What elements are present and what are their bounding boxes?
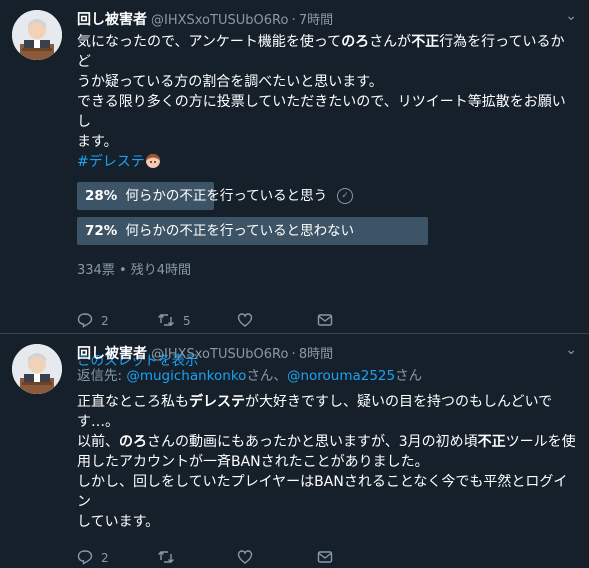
tweet[interactable]: ⌄ 回し被害者 @IHXSxoTUSUbO6Ro · 7時間 気になったので、アンケー…: [0, 0, 589, 369]
display-name[interactable]: 回し被害者: [77, 12, 147, 28]
tweet-line: す…。: [77, 414, 119, 430]
retweet-count: 5: [183, 314, 191, 328]
timestamp[interactable]: 7時間: [299, 13, 333, 28]
tweet-text: 正直なところ私もデレステが大好きですし、疑いの目を持つのもしんどいで す…。 以…: [77, 392, 577, 532]
timestamp[interactable]: 8時間: [299, 347, 333, 362]
poll-meta: 334票 • 残り4時間: [77, 263, 192, 278]
tweet-line: 以前、のろさんの動画にもあったかと思いますが、3月の初め頃不正ツールを使: [77, 434, 576, 450]
tweet-line: しかし、回しをしていたプレイヤーはBANされることなく今でも平然とログイン: [77, 474, 568, 510]
like-button[interactable]: [237, 549, 317, 568]
retweet-icon: [157, 312, 175, 331]
message-button[interactable]: [317, 312, 397, 331]
tweet-header: 回し被害者 @IHXSxoTUSUbO6Ro · 7時間: [77, 12, 334, 28]
tweet-actions: 2: [77, 548, 577, 568]
envelope-icon: [317, 312, 333, 331]
user-handle[interactable]: @IHXSxoTUSUbO6Ro: [151, 13, 288, 28]
tweet-line: うか疑っている方の割合を調べたいと思います。: [77, 74, 383, 90]
message-button[interactable]: [317, 549, 397, 568]
tweet-line: できる限り多くの方に投票していただきたいので、リツイート等拡散をお願いし: [77, 94, 566, 130]
poll-option-label: 何らかの不正を行っていると思わない: [125, 223, 355, 239]
poll-percent: 72%: [85, 223, 118, 239]
hashtag-line: #デレステ: [77, 152, 577, 172]
avatar[interactable]: [12, 344, 62, 394]
poll-option-label: 何らかの不正を行っていると思う: [125, 188, 328, 204]
poll: 28% 何らかの不正を行っていると思う ✓ 72% 何らかの不正を行っていると思わない…: [77, 182, 517, 278]
envelope-icon: [317, 549, 333, 568]
tweet-line: 用したアカウントが一斉BANされたことがありました。: [77, 454, 429, 470]
heart-icon: [237, 312, 253, 331]
reply-icon: [77, 549, 93, 568]
poll-percent: 28%: [85, 188, 118, 204]
tweet-text: 気になったので、アンケート機能を使ってのろさんが不正行為を行っているかど うか疑…: [77, 32, 577, 172]
poll-option[interactable]: 28% 何らかの不正を行っていると思う ✓: [77, 182, 517, 210]
hashflag-icon: [145, 154, 161, 170]
reply-button[interactable]: 2: [77, 549, 157, 568]
tweet[interactable]: ⌄ 回し被害者 @IHXSxoTUSUbO6Ro · 8時間 返信先: @mugich…: [0, 334, 589, 565]
like-button[interactable]: [237, 312, 317, 331]
replying-to: 返信先: @mugichankonkoさん、@norouma2525さん: [77, 368, 423, 384]
tweet-actions: 2 5: [77, 311, 577, 331]
chevron-down-icon[interactable]: ⌄: [565, 342, 577, 358]
tweet-line: しています。: [77, 514, 160, 530]
user-handle[interactable]: @IHXSxoTUSUbO6Ro: [151, 347, 288, 362]
hashtag-link[interactable]: #デレステ: [77, 154, 145, 170]
tweet-line: ます。: [77, 134, 118, 150]
chevron-down-icon[interactable]: ⌄: [565, 8, 577, 24]
avatar[interactable]: [12, 10, 62, 60]
reply-count: 2: [101, 314, 109, 328]
display-name[interactable]: 回し被害者: [77, 346, 147, 362]
reply-count: 2: [101, 551, 109, 565]
reply-button[interactable]: 2: [77, 312, 157, 331]
retweet-icon: [157, 549, 175, 568]
heart-icon: [237, 549, 253, 568]
mention-link[interactable]: @norouma2525: [287, 368, 395, 384]
reply-icon: [77, 312, 93, 331]
tweet-line: 正直なところ私もデレステが大好きですし、疑いの目を持つのもしんどいで: [77, 394, 553, 410]
tweet-header: 回し被害者 @IHXSxoTUSUbO6Ro · 8時間: [77, 346, 334, 362]
poll-option[interactable]: 72% 何らかの不正を行っていると思わない: [77, 217, 517, 245]
retweet-button[interactable]: [157, 549, 237, 568]
mention-link[interactable]: @mugichankonko: [126, 368, 246, 384]
check-circle-icon: ✓: [337, 188, 354, 204]
tweet-line: 気になったので、アンケート機能を使ってのろさんが不正行為を行っているかど: [77, 34, 565, 70]
retweet-button[interactable]: 5: [157, 312, 237, 331]
